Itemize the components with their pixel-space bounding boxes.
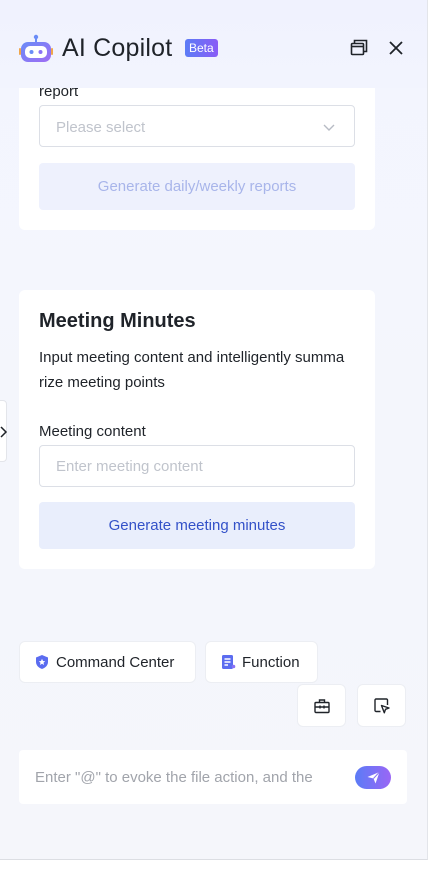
new-window-button[interactable]: [349, 38, 369, 58]
chevron-down-icon: [323, 124, 335, 131]
generate-meeting-minutes-button[interactable]: Generate meeting minutes: [39, 502, 355, 549]
meeting-minutes-card: Meeting Minutes Input meeting content an…: [19, 290, 375, 569]
pointer-select-icon: [374, 698, 390, 714]
new-window-icon: [350, 39, 368, 56]
header: AI Copilot Beta: [0, 0, 427, 88]
close-button[interactable]: [386, 38, 406, 58]
chat-composer: [19, 750, 407, 804]
document-list-icon: [222, 655, 236, 669]
card-title: Meeting Minutes: [39, 310, 196, 332]
function-label: Function: [242, 654, 300, 671]
shield-star-icon: [36, 655, 48, 669]
generate-reports-button[interactable]: Generate daily/weekly reports: [39, 163, 355, 210]
pointer-select-button[interactable]: [357, 684, 406, 727]
beta-badge: Beta: [185, 39, 218, 57]
card-description: Input meeting content and intelligently …: [39, 349, 345, 391]
meeting-content-input[interactable]: [39, 445, 355, 487]
command-center-chip[interactable]: Command Center: [19, 641, 196, 683]
send-button[interactable]: [355, 766, 391, 789]
ai-copilot-panel: report Please select Generate daily/week…: [0, 0, 428, 860]
toolbox-icon: [314, 699, 330, 714]
close-icon: [389, 41, 403, 55]
robot-logo-icon: [19, 34, 53, 62]
function-chip[interactable]: Function: [205, 641, 318, 683]
chevron-right-icon: [0, 426, 8, 438]
send-icon: [367, 771, 380, 784]
command-center-label: Command Center: [56, 654, 175, 671]
meeting-content-label: Meeting content: [39, 423, 146, 440]
chat-input[interactable]: [35, 766, 340, 788]
select-placeholder: Please select: [56, 119, 146, 136]
expand-handle[interactable]: [0, 400, 8, 462]
app-title: AI Copilot: [62, 34, 173, 62]
toolbox-button[interactable]: [297, 684, 346, 727]
report-type-select[interactable]: Please select: [39, 105, 355, 147]
